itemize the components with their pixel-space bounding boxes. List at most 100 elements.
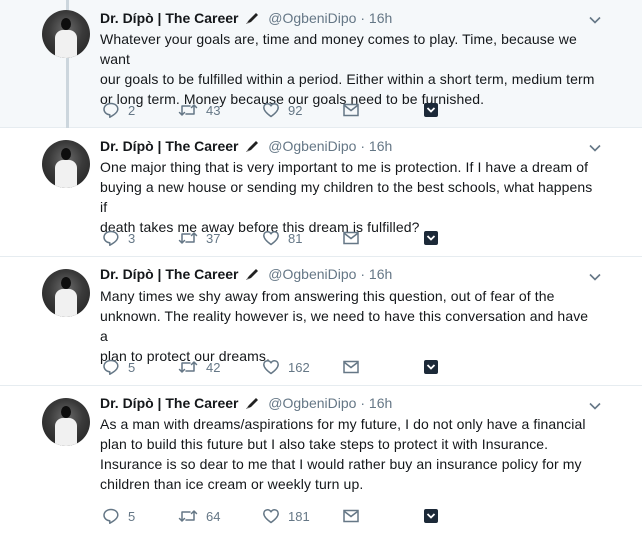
tweet-actions: 5 42 162 — [102, 357, 440, 377]
tweet-3[interactable]: Dr. Dípò | The Career @OgbeniDipo · 16h … — [0, 257, 642, 386]
retweet-button[interactable]: 64 — [178, 507, 262, 525]
separator-dot: · — [360, 266, 366, 282]
retweet-icon — [178, 101, 198, 119]
like-button[interactable]: 92 — [262, 101, 342, 119]
tweet-text: One major thing that is very important t… — [100, 157, 600, 237]
retweet-count: 64 — [206, 508, 221, 524]
retweet-count: 42 — [206, 359, 221, 375]
bookmark-button[interactable] — [422, 358, 440, 376]
avatar[interactable] — [42, 398, 90, 446]
separator-dot: · — [360, 10, 366, 26]
timestamp[interactable]: 16h — [369, 266, 392, 282]
tweet-text-line: our goals to be fulfilled within a perio… — [100, 71, 595, 87]
retweet-icon — [178, 229, 198, 247]
bookmark-icon — [422, 229, 440, 247]
chevron-down-icon[interactable] — [588, 13, 602, 27]
like-count: 162 — [288, 359, 310, 375]
retweet-icon — [178, 358, 198, 376]
tweet-text-line: Many times we shy away from answering th… — [100, 288, 555, 304]
user-handle[interactable]: @OgbeniDipo — [268, 138, 356, 154]
heart-icon — [262, 507, 280, 525]
tweet-text: Whatever your goals are, time and money … — [100, 29, 600, 109]
reply-icon — [102, 101, 120, 119]
tweet-header: Dr. Dípò | The Career @OgbeniDipo · 16h — [100, 395, 392, 415]
like-count: 92 — [288, 102, 303, 118]
tweet-1[interactable]: Dr. Dípò | The Career @OgbeniDipo · 16h … — [0, 0, 642, 128]
thread-connector — [66, 58, 69, 128]
tweet-text: As a man with dreams/aspirations for my … — [100, 414, 600, 494]
direct-message-button[interactable] — [342, 229, 422, 247]
tweet-header: Dr. Dípò | The Career @OgbeniDipo · 16h — [100, 10, 392, 30]
timestamp[interactable]: 16h — [369, 395, 392, 411]
direct-message-button[interactable] — [342, 358, 422, 376]
bookmark-button[interactable] — [422, 229, 440, 247]
retweet-button[interactable]: 43 — [178, 101, 262, 119]
retweet-button[interactable]: 37 — [178, 229, 262, 247]
heart-icon — [262, 101, 280, 119]
chevron-down-icon[interactable] — [588, 141, 602, 155]
avatar[interactable] — [42, 140, 90, 188]
reply-button[interactable]: 3 — [102, 229, 178, 247]
thread-connector — [66, 0, 69, 10]
bookmark-icon — [422, 101, 440, 119]
chevron-down-icon[interactable] — [588, 270, 602, 284]
pen-icon — [244, 139, 260, 156]
reply-button[interactable]: 2 — [102, 101, 178, 119]
avatar-figure-body — [55, 30, 77, 58]
bookmark-icon — [422, 507, 440, 525]
tweet-header: Dr. Dípò | The Career @OgbeniDipo · 16h — [100, 266, 392, 286]
envelope-icon — [342, 358, 360, 376]
pen-icon — [244, 267, 260, 284]
user-handle[interactable]: @OgbeniDipo — [268, 10, 356, 26]
avatar[interactable] — [42, 10, 90, 58]
like-button[interactable]: 81 — [262, 229, 342, 247]
like-count: 81 — [288, 230, 303, 246]
tweet-text-line: buying a new house or sending my childre… — [100, 179, 593, 215]
tweet-2[interactable]: Dr. Dípò | The Career @OgbeniDipo · 16h … — [0, 128, 642, 257]
avatar-figure-head — [61, 18, 71, 30]
tweet-text-line: children than ice cream or weekly turn u… — [100, 476, 364, 492]
reply-icon — [102, 358, 120, 376]
bookmark-button[interactable] — [422, 507, 440, 525]
avatar-figure-body — [55, 418, 77, 446]
bookmark-button[interactable] — [422, 101, 440, 119]
tweet-text-line: plan to build this future but I also tak… — [100, 436, 549, 452]
separator-dot: · — [360, 395, 366, 411]
reply-icon — [102, 507, 120, 525]
retweet-button[interactable]: 42 — [178, 358, 262, 376]
tweet-4[interactable]: Dr. Dípò | The Career @OgbeniDipo · 16h … — [0, 386, 642, 536]
timestamp[interactable]: 16h — [369, 138, 392, 154]
display-name[interactable]: Dr. Dípò | The Career — [100, 395, 239, 411]
user-handle[interactable]: @OgbeniDipo — [268, 266, 356, 282]
display-name[interactable]: Dr. Dípò | The Career — [100, 10, 239, 26]
heart-icon — [262, 229, 280, 247]
direct-message-button[interactable] — [342, 101, 422, 119]
reply-button[interactable]: 5 — [102, 507, 178, 525]
tweet-actions: 3 37 81 — [102, 228, 440, 248]
like-button[interactable]: 181 — [262, 507, 342, 525]
user-handle[interactable]: @OgbeniDipo — [268, 395, 356, 411]
display-name[interactable]: Dr. Dípò | The Career — [100, 138, 239, 154]
tweet-header: Dr. Dípò | The Career @OgbeniDipo · 16h — [100, 138, 392, 158]
like-button[interactable]: 162 — [262, 358, 342, 376]
avatar-figure-head — [61, 148, 71, 160]
tweet-text-line: Whatever your goals are, time and money … — [100, 31, 577, 67]
chevron-down-icon[interactable] — [588, 399, 602, 413]
retweet-count: 37 — [206, 230, 221, 246]
bookmark-icon — [422, 358, 440, 376]
reply-count: 3 — [128, 230, 136, 246]
direct-message-button[interactable] — [342, 507, 422, 525]
envelope-icon — [342, 507, 360, 525]
tweet-actions: 2 43 92 — [102, 100, 440, 120]
tweet-text-line: One major thing that is very important t… — [100, 159, 589, 175]
avatar[interactable] — [42, 269, 90, 317]
reply-count: 5 — [128, 508, 136, 524]
reply-icon — [102, 229, 120, 247]
envelope-icon — [342, 101, 360, 119]
timestamp[interactable]: 16h — [369, 10, 392, 26]
tweet-text-line: unknown. The reality however is, we need… — [100, 308, 589, 344]
avatar-figure-head — [61, 277, 71, 289]
reply-button[interactable]: 5 — [102, 358, 178, 376]
display-name[interactable]: Dr. Dípò | The Career — [100, 266, 239, 282]
pen-icon — [244, 396, 260, 413]
